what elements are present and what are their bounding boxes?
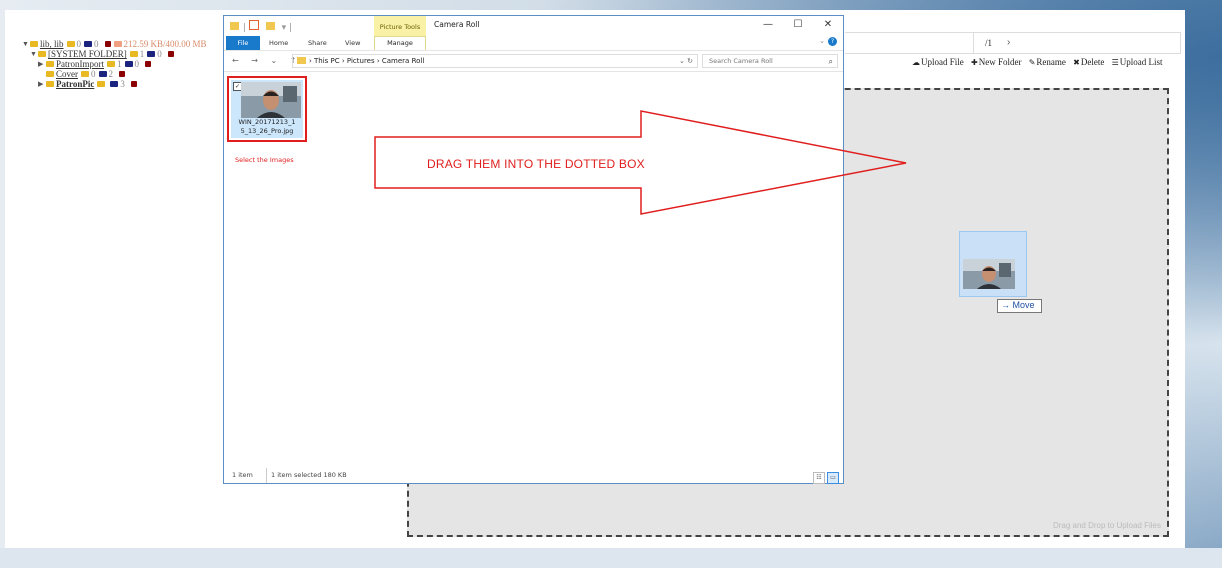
drag-instruction-annotation: DRAG THEM INTO THE DOTTED BOX bbox=[427, 157, 645, 171]
annotation-arrow bbox=[374, 110, 907, 215]
